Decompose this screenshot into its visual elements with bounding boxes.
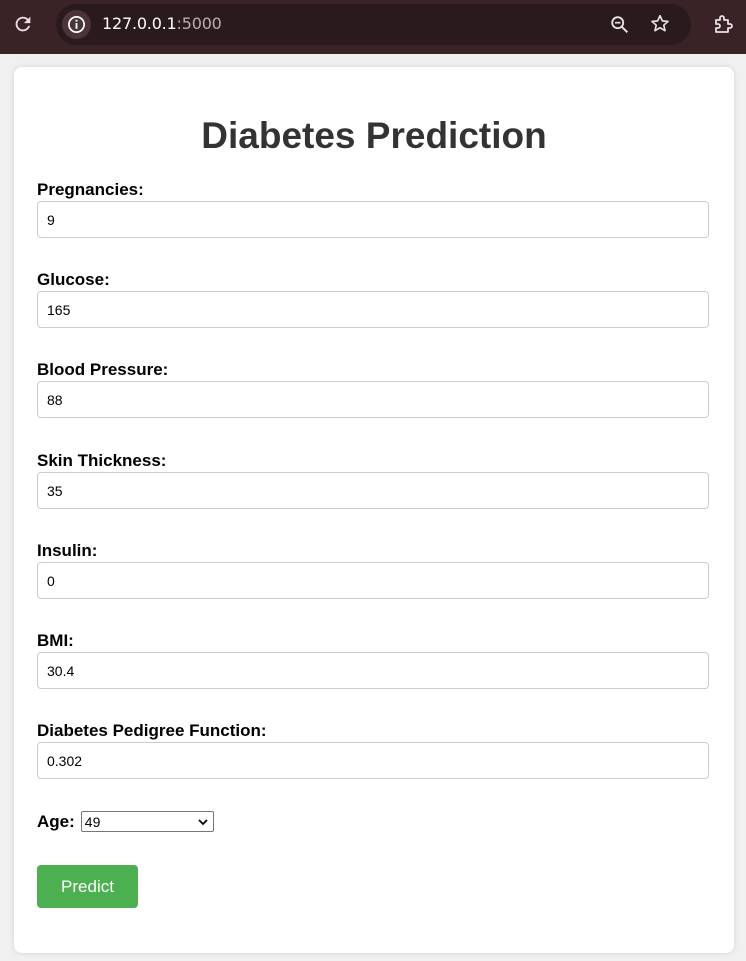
pedigree-function-input[interactable] [37,742,709,779]
chevron-down-icon [198,819,208,826]
extensions-icon[interactable] [712,12,736,36]
url-port: :5000 [176,14,222,33]
url-host: 127.0.0.1 [102,14,177,33]
skin-thickness-label: Skin Thickness: [37,451,167,470]
prediction-form-card: Diabetes Prediction Pregnancies: Glucose… [14,67,734,953]
insulin-input[interactable] [37,562,709,599]
reload-icon[interactable] [12,13,34,35]
bmi-input[interactable] [37,652,709,689]
url-text[interactable]: 127.0.0.1:5000 [102,14,222,33]
insulin-label: Insulin: [37,541,98,560]
browser-toolbar: 127.0.0.1:5000 [0,0,746,54]
zoom-icon[interactable] [609,14,631,36]
age-label: Age: [37,811,75,831]
age-select[interactable]: 49 [80,811,214,832]
bmi-label: BMI: [37,631,74,650]
glucose-input[interactable] [37,291,709,328]
blood-pressure-input[interactable] [37,381,709,418]
age-selected-value: 49 [84,813,101,830]
site-info-icon[interactable] [62,10,91,39]
predict-button[interactable]: Predict [37,865,138,908]
blood-pressure-label: Blood Pressure: [37,360,169,379]
star-icon[interactable] [649,13,671,35]
address-bar[interactable]: 127.0.0.1:5000 [56,4,691,45]
skin-thickness-input[interactable] [37,472,709,509]
glucose-label: Glucose: [37,270,110,289]
pregnancies-input[interactable] [37,201,709,238]
age-row: Age: 49 [37,811,214,832]
pregnancies-label: Pregnancies: [37,180,144,199]
pedigree-function-label: Diabetes Pedigree Function: [37,721,267,740]
page-title: Diabetes Prediction [201,115,547,156]
